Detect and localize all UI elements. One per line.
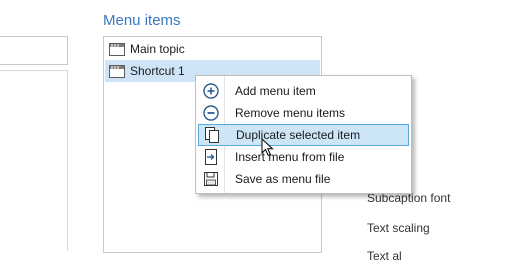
menu-item-add[interactable]: Add menu item xyxy=(198,81,407,101)
text-scaling-label: Text scaling xyxy=(367,221,430,235)
menu-item-icon xyxy=(109,64,125,78)
menu-item-label: Save as menu file xyxy=(235,172,331,186)
minus-circle-icon xyxy=(202,104,220,122)
left-list-panel[interactable] xyxy=(0,70,68,251)
menu-item-save-as-file[interactable]: Save as menu file xyxy=(198,169,407,189)
list-item-label: Main topic xyxy=(130,42,185,56)
list-item-label: Shortcut 1 xyxy=(130,64,185,78)
menu-item-label: Duplicate selected item xyxy=(236,128,361,142)
menu-item-icon xyxy=(109,42,125,56)
menu-item-label: Insert menu from file xyxy=(235,150,345,164)
mouse-pointer-icon xyxy=(261,137,275,161)
save-icon xyxy=(202,170,220,188)
screenshot-panel: Menu items Main topic Shortcut 1 Subcapt… xyxy=(0,0,511,270)
plus-circle-icon xyxy=(202,82,220,100)
context-menu: Add menu item Remove menu items Duplicat… xyxy=(195,75,412,194)
menu-items-heading: Menu items xyxy=(103,12,181,29)
insert-file-icon xyxy=(202,148,220,166)
list-item-main-topic[interactable]: Main topic xyxy=(105,38,320,60)
menu-item-remove[interactable]: Remove menu items xyxy=(198,103,407,123)
dialog-background: Menu items Main topic Shortcut 1 Subcapt… xyxy=(0,0,511,270)
duplicate-icon xyxy=(203,126,221,144)
menu-item-duplicate[interactable]: Duplicate selected item xyxy=(198,124,409,146)
text-align-label: Text al xyxy=(367,249,402,263)
left-input-field[interactable] xyxy=(0,36,68,65)
menu-item-insert-from-file[interactable]: Insert menu from file xyxy=(198,147,407,167)
menu-item-label: Remove menu items xyxy=(235,106,346,120)
menu-item-label: Add menu item xyxy=(235,84,316,98)
